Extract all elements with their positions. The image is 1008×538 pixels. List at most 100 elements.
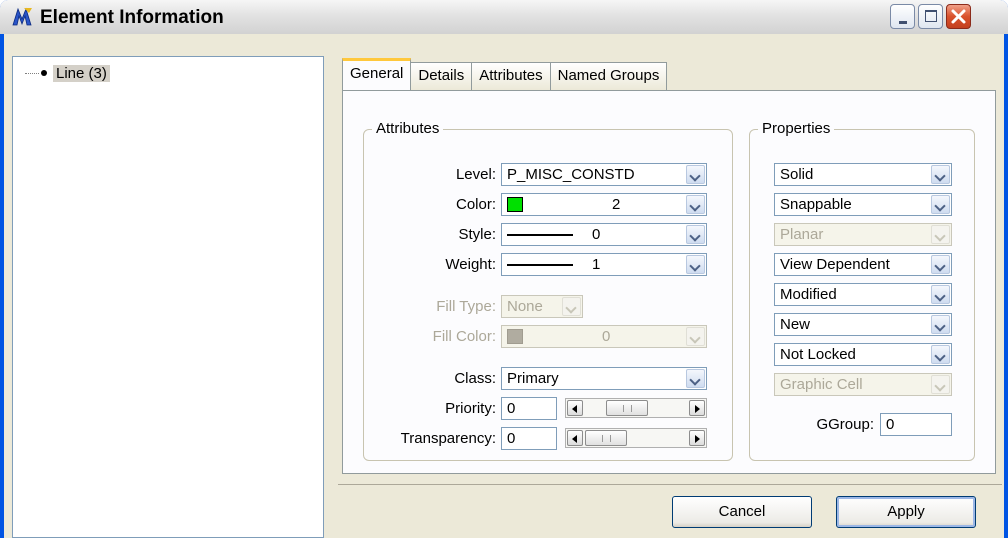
element-information-window: Element Information Line (3) General Det…	[0, 0, 1008, 538]
modified-value: Modified	[780, 286, 837, 303]
view-dependent-value: View Dependent	[780, 256, 890, 273]
minimize-button[interactable]	[890, 4, 915, 29]
priority-slider[interactable]	[565, 398, 707, 418]
pane-splitter[interactable]	[326, 56, 334, 538]
chevron-down-icon[interactable]	[562, 297, 581, 316]
priority-input[interactable]: 0	[501, 397, 557, 420]
chevron-down-icon[interactable]	[931, 195, 950, 214]
chevron-down-icon[interactable]	[931, 345, 950, 364]
minimize-icon	[899, 21, 907, 24]
level-dropdown[interactable]: P_MISC_CONSTD	[501, 163, 707, 186]
level-value: P_MISC_CONSTD	[507, 166, 635, 183]
modified-dropdown[interactable]: Modified	[774, 283, 952, 306]
view-dependent-dropdown[interactable]: View Dependent	[774, 253, 952, 276]
close-icon	[951, 9, 966, 24]
chevron-down-icon[interactable]	[931, 165, 950, 184]
weight-value: 1	[592, 256, 601, 273]
transparency-slider-thumb[interactable]	[585, 430, 627, 446]
microstation-app-icon	[12, 7, 32, 26]
style-value: 0	[592, 226, 601, 243]
title-bar[interactable]: Element Information	[0, 0, 1008, 34]
general-tab-panel: Attributes Level: P_MISC_CONSTD Color: 2…	[342, 90, 996, 474]
solid-dropdown[interactable]: Solid	[774, 163, 952, 186]
tab-strip: General Details Attributes Named Groups	[342, 58, 668, 90]
maximize-icon	[925, 10, 937, 22]
chevron-down-icon[interactable]	[686, 165, 705, 184]
fill-color-value: 0	[602, 328, 611, 345]
snappable-value: Snappable	[780, 196, 852, 213]
tab-attributes[interactable]: Attributes	[471, 62, 551, 90]
fill-type-dropdown[interactable]: None	[501, 295, 583, 318]
properties-legend: Properties	[758, 120, 835, 137]
level-label: Level:	[455, 166, 496, 183]
tree-bullet-icon	[41, 70, 47, 76]
tree-item-label: Line (3)	[53, 64, 110, 82]
tab-named-groups[interactable]: Named Groups	[549, 62, 668, 90]
chevron-down-icon[interactable]	[931, 375, 950, 394]
cancel-button[interactable]: Cancel	[672, 496, 812, 528]
tab-general[interactable]: General	[342, 58, 412, 90]
style-dropdown[interactable]: 0	[501, 223, 707, 246]
apply-button[interactable]: Apply	[836, 496, 976, 528]
chevron-down-icon[interactable]	[931, 255, 950, 274]
weight-label: Weight:	[445, 256, 496, 273]
chevron-down-icon[interactable]	[686, 255, 705, 274]
ggroup-input[interactable]: 0	[880, 413, 952, 436]
new-dropdown[interactable]: New	[774, 313, 952, 336]
fill-color-label: Fill Color:	[432, 328, 496, 345]
tree-item-line[interactable]: Line (3)	[25, 63, 110, 83]
class-label: Class:	[454, 370, 496, 387]
chevron-down-icon[interactable]	[686, 369, 705, 388]
fill-color-dropdown[interactable]: 0	[501, 325, 707, 348]
class-value: Primary	[507, 370, 559, 387]
style-label: Style:	[458, 226, 496, 243]
scroll-left-icon[interactable]	[567, 400, 583, 416]
priority-value: 0	[507, 400, 516, 417]
scroll-left-icon[interactable]	[567, 430, 583, 446]
chevron-down-icon[interactable]	[686, 195, 705, 214]
element-tree[interactable]: Line (3)	[12, 56, 324, 538]
close-button[interactable]	[946, 4, 971, 29]
color-value: 2	[612, 196, 621, 213]
graphic-cell-dropdown[interactable]: Graphic Cell	[774, 373, 952, 396]
chevron-down-icon[interactable]	[686, 225, 705, 244]
maximize-button[interactable]	[918, 4, 943, 29]
chevron-down-icon[interactable]	[931, 315, 950, 334]
fill-type-label: Fill Type:	[436, 298, 496, 315]
tab-details[interactable]: Details	[410, 62, 473, 90]
transparency-value: 0	[507, 430, 516, 447]
line-weight-preview	[507, 264, 573, 266]
tree-connector	[25, 72, 39, 74]
chevron-down-icon[interactable]	[686, 327, 705, 346]
priority-slider-thumb[interactable]	[606, 400, 648, 416]
chevron-down-icon[interactable]	[931, 225, 950, 244]
locked-dropdown[interactable]: Not Locked	[774, 343, 952, 366]
color-label: Color:	[455, 196, 496, 213]
color-swatch	[507, 197, 523, 212]
class-dropdown[interactable]: Primary	[501, 367, 707, 390]
chevron-down-icon[interactable]	[931, 285, 950, 304]
snappable-dropdown[interactable]: Snappable	[774, 193, 952, 216]
planar-value: Planar	[780, 226, 824, 243]
planar-dropdown[interactable]: Planar	[774, 223, 952, 246]
color-dropdown[interactable]: 2	[501, 193, 707, 216]
ggroup-label: GGroup:	[816, 416, 874, 433]
line-style-preview	[507, 234, 573, 236]
attributes-legend: Attributes	[372, 120, 444, 137]
transparency-slider[interactable]	[565, 428, 707, 448]
new-value: New	[780, 316, 811, 333]
graphic-cell-value: Graphic Cell	[780, 376, 863, 393]
transparency-input[interactable]: 0	[501, 427, 557, 450]
properties-group: Properties Solid Snappable Planar View D…	[749, 120, 975, 461]
fill-type-value: None	[507, 298, 543, 315]
priority-label: Priority:	[445, 400, 496, 417]
weight-dropdown[interactable]: 1	[501, 253, 707, 276]
fill-color-swatch	[507, 329, 523, 344]
dialog-client-area: Line (3) General Details Attributes Name…	[4, 34, 1004, 538]
transparency-label: Transparency:	[400, 430, 496, 447]
scroll-right-icon[interactable]	[689, 400, 705, 416]
scroll-right-icon[interactable]	[689, 430, 705, 446]
solid-value: Solid	[780, 166, 814, 183]
ggroup-value: 0	[886, 416, 895, 433]
locked-value: Not Locked	[780, 346, 856, 363]
